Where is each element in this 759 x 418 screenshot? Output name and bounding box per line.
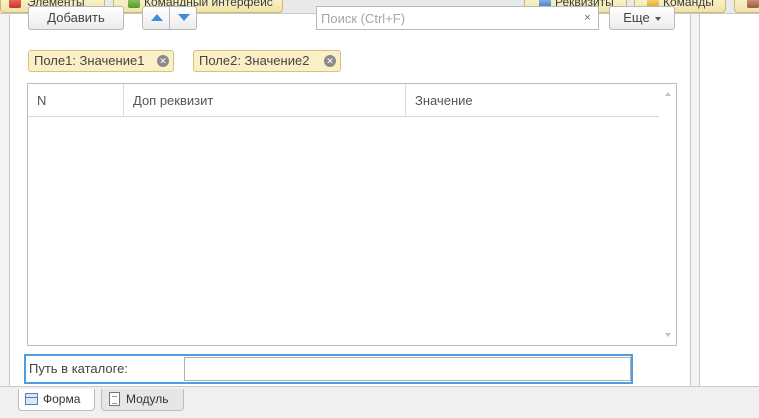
tab-module[interactable]: Модуль [101,389,184,411]
tab-command-interface[interactable]: Командный интерфейс [113,0,283,13]
scroll-down-icon[interactable] [665,333,671,337]
module-icon [109,392,120,406]
move-down-button[interactable] [169,6,197,30]
search-input[interactable] [316,6,578,30]
move-up-button[interactable] [142,6,170,30]
more-button[interactable]: Еще [609,6,675,30]
elements-icon [9,0,21,8]
path-input[interactable] [184,357,631,381]
filter-chip-label: Поле1: Значение1 [34,53,145,68]
chevron-down-icon [654,16,661,21]
add-button[interactable]: Добавить [28,6,124,30]
path-field-row: Путь в каталоге: [24,354,633,384]
command-interface-icon [128,0,140,8]
tab-form-label: Форма [43,392,81,406]
attributes-table: N Доп реквизит Значение [27,83,677,346]
form-panel: Добавить × Еще Поле1: Значение1 ✕ Поле2:… [9,6,691,386]
remove-filter-icon[interactable]: ✕ [157,55,169,67]
remove-filter-icon[interactable]: ✕ [324,55,336,67]
column-header-n[interactable]: N [37,84,123,117]
form-icon [25,393,38,405]
parameters-icon [747,0,759,8]
tab-form[interactable]: Форма [18,389,95,411]
filter-chip-label: Поле2: Значение2 [199,53,310,68]
properties-panel [699,14,759,386]
bottom-tab-bar: Форма Модуль [0,386,759,418]
filter-chip-2[interactable]: Поле2: Значение2 ✕ [193,50,341,72]
column-header-extra-attribute[interactable]: Доп реквизит [123,84,405,117]
search-clear-button[interactable]: × [577,6,599,30]
tab-module-label: Модуль [126,392,169,406]
table-scrollbar[interactable] [659,84,676,345]
scroll-up-icon[interactable] [665,92,671,96]
arrow-up-icon [151,14,163,21]
path-field-label: Путь в каталоге: [29,361,128,376]
arrow-down-icon [178,14,190,21]
table-header: N Доп реквизит Значение [28,84,660,117]
more-button-label: Еще [623,10,650,25]
filter-chip-1[interactable]: Поле1: Значение1 ✕ [28,50,174,72]
column-header-value[interactable]: Значение [405,84,660,117]
tab-more-partial[interactable] [734,0,759,13]
